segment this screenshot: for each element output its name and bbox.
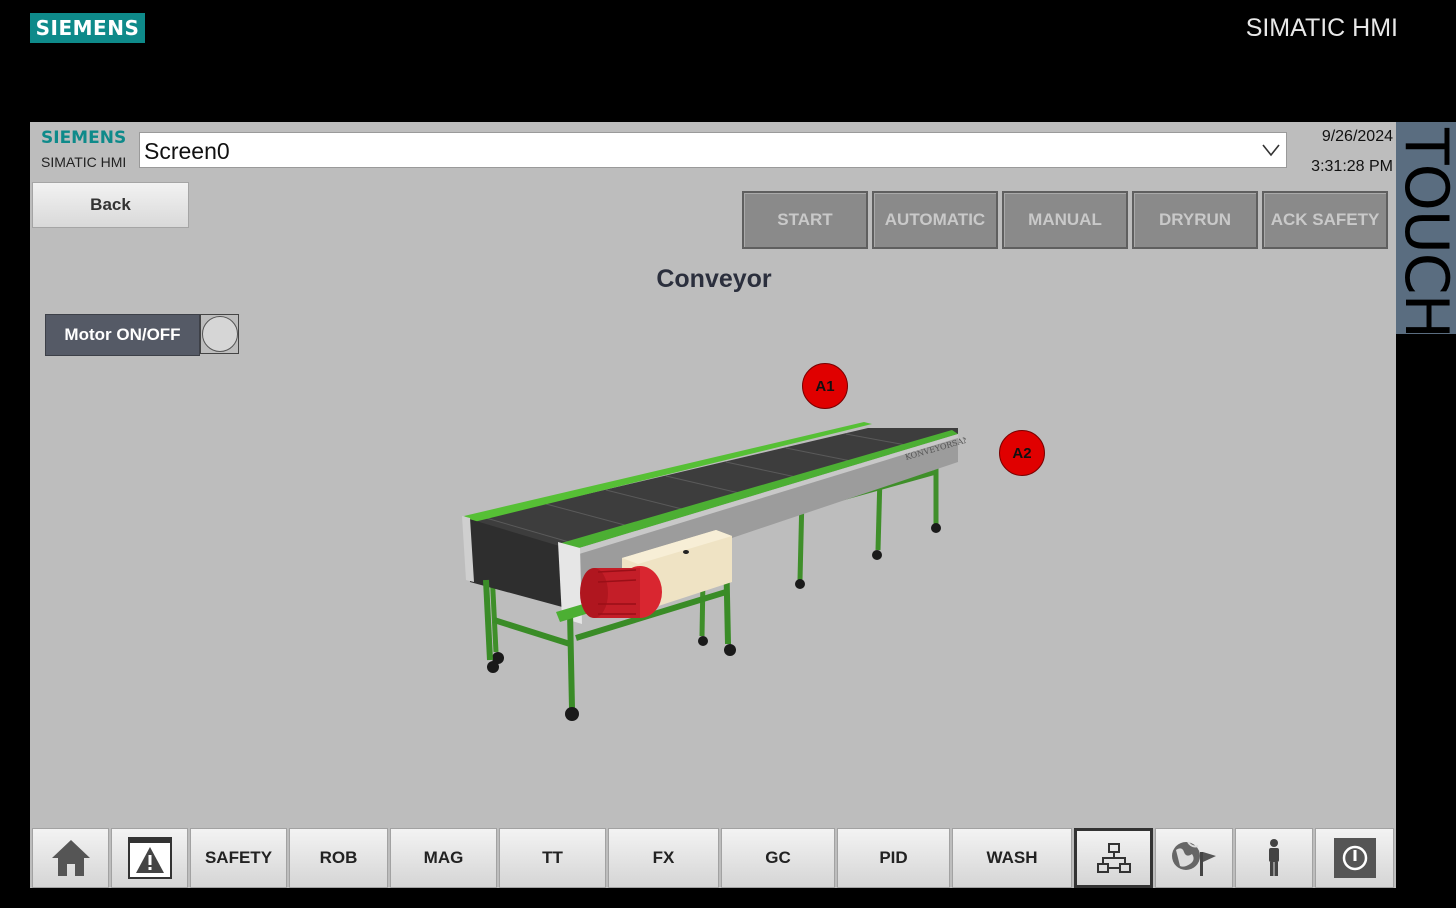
overview-button[interactable] (1074, 828, 1153, 888)
user-icon (1269, 839, 1279, 876)
nav-wash-button[interactable]: WASH (952, 828, 1072, 888)
start-button[interactable]: START (742, 191, 868, 249)
alarm-view-button[interactable] (111, 828, 188, 888)
bezel-product-title: SIMATIC HMI (1245, 14, 1398, 42)
globe-language-icon (1172, 841, 1216, 876)
conveyor-illustration: KONVEYORSAN (462, 422, 966, 721)
chevron-down-icon[interactable] (1262, 143, 1280, 157)
home-icon (51, 840, 90, 876)
network-overview-icon (1096, 843, 1131, 873)
automatic-button[interactable]: AUTOMATIC (872, 191, 998, 249)
nav-fx-button[interactable]: FX (608, 828, 719, 888)
bottom-navigation-bar: SAFETY ROB MAG TT FX GC PID WASH (30, 828, 1396, 888)
screen-selector-dropdown[interactable]: Screen0 (139, 132, 1287, 168)
nav-safety-button[interactable]: SAFETY (190, 828, 287, 888)
motor-toggle-button[interactable]: Motor ON/OFF (45, 314, 200, 356)
date-display: 9/26/2024 (1321, 128, 1393, 145)
alarm-warning-icon (127, 837, 172, 879)
nav-rob-button[interactable]: ROB (289, 828, 388, 888)
page-title: Conveyor (656, 265, 772, 293)
nav-tt-button[interactable]: TT (499, 828, 606, 888)
header-siemens-logo: SIEMENS (41, 128, 127, 148)
nav-mag-button[interactable]: MAG (390, 828, 497, 888)
back-button[interactable]: Back (32, 182, 189, 228)
bezel-siemens-logo: SIEMENS (30, 13, 145, 43)
power-button[interactable] (1315, 828, 1394, 888)
sensor-a2-indicator: A2 (999, 430, 1045, 476)
header-product-name: SIMATIC HMI (41, 154, 127, 170)
ack-safety-button[interactable]: ACK SAFETY (1262, 191, 1388, 249)
manual-button[interactable]: MANUAL (1002, 191, 1128, 249)
touch-label: TOUCH (1391, 128, 1456, 338)
nav-pid-button[interactable]: PID (837, 828, 950, 888)
time-display: 3:31:28 PM (1311, 158, 1393, 175)
user-button[interactable] (1235, 828, 1313, 888)
home-button[interactable] (32, 828, 109, 888)
dryrun-button[interactable]: DRYRUN (1132, 191, 1258, 249)
motor-status-lamp (202, 316, 238, 352)
touch-side-strip: TOUCH (1391, 122, 1456, 338)
motor-status-indicator (200, 314, 239, 354)
nav-gc-button[interactable]: GC (721, 828, 835, 888)
hmi-screen: SIEMENS SIMATIC HMI Screen0 9/26/2024 3:… (30, 122, 1396, 888)
power-icon (1333, 838, 1376, 878)
language-button[interactable] (1155, 828, 1233, 888)
screen-selector-value: Screen0 (144, 138, 230, 164)
sensor-a1-indicator: A1 (802, 363, 848, 409)
